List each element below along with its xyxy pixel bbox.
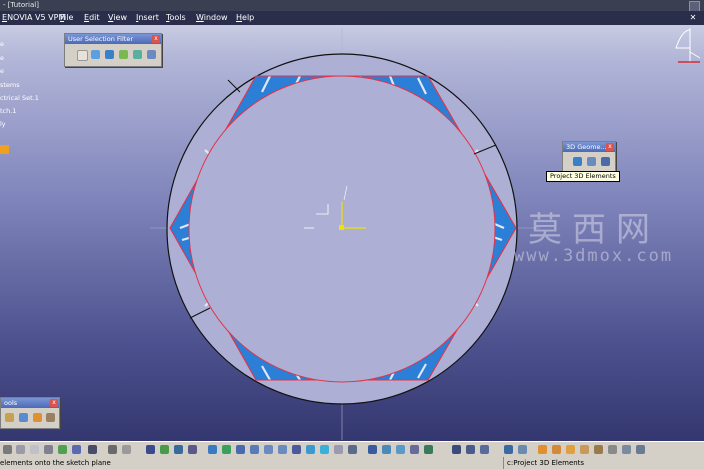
volume-filter-icon[interactable] — [119, 50, 128, 59]
axis-filter-icon[interactable] — [147, 50, 156, 59]
rotate-icon[interactable] — [250, 445, 259, 454]
toolbar-icon[interactable] — [16, 445, 25, 454]
close-icon[interactable]: x — [152, 35, 160, 43]
point-filter-icon[interactable] — [77, 50, 88, 61]
intersect-3d-elements-icon[interactable] — [587, 157, 596, 166]
project-3d-elements-icon[interactable] — [573, 157, 582, 166]
project-silhouette-icon[interactable] — [601, 157, 610, 166]
curve-filter-icon[interactable] — [91, 50, 100, 59]
formula-icon[interactable] — [108, 445, 117, 454]
3d-geometry-toolbar: 3D Geome... x — [562, 141, 616, 173]
menu-enovia[interactable]: ENOVIA V5 VPM — [2, 11, 65, 25]
tools-toolbar: ools x — [0, 397, 60, 429]
toolbar-icon[interactable] — [368, 445, 377, 454]
toolbar-icon[interactable] — [188, 445, 197, 454]
toolbar-icon[interactable] — [30, 445, 39, 454]
menu-window[interactable]: Window — [196, 11, 228, 25]
hide-show-icon[interactable] — [334, 445, 343, 454]
toolbar-icon[interactable] — [608, 445, 617, 454]
tree-item[interactable]: ly — [0, 120, 6, 128]
watermark-cn: 莫西网 — [528, 210, 660, 250]
toolbar-icon[interactable] — [146, 445, 155, 454]
menu-file[interactable]: File — [60, 11, 73, 25]
window-title: - [Tutorial] — [3, 1, 39, 9]
toolbar-icon[interactable] — [636, 445, 645, 454]
toolbar-icon[interactable] — [566, 445, 575, 454]
tool-icon[interactable] — [19, 413, 28, 422]
pan-icon[interactable] — [236, 445, 245, 454]
status-bar: elements onto the sketch plane c:Project… — [0, 457, 704, 469]
tree-item[interactable]: e — [0, 54, 4, 62]
toolbar-icon[interactable] — [410, 445, 419, 454]
toolbar-icon[interactable] — [594, 445, 603, 454]
toolbar-icon[interactable] — [552, 445, 561, 454]
redo-icon[interactable] — [72, 445, 81, 454]
watermark-url: www.3dmox.com — [514, 246, 674, 266]
menu-help[interactable]: Help — [236, 11, 254, 25]
toolbar-icon[interactable] — [504, 445, 513, 454]
toolbar-icon[interactable] — [3, 445, 12, 454]
toolbar-icon[interactable] — [382, 445, 391, 454]
view-icon[interactable] — [306, 445, 315, 454]
compass-icon[interactable] — [675, 28, 701, 63]
toolbar-title[interactable]: User Selection Filter — [65, 34, 161, 44]
menu-view[interactable]: View — [108, 11, 127, 25]
toolbar-icon[interactable] — [122, 445, 131, 454]
notch-line — [227, 79, 241, 93]
tool-icon[interactable] — [5, 413, 14, 422]
menu-insert[interactable]: Insert — [136, 11, 159, 25]
normal-view-icon[interactable] — [292, 445, 301, 454]
title-strip: - [Tutorial] — [0, 0, 704, 12]
close-icon[interactable]: x — [50, 399, 58, 407]
toolbar-icon[interactable] — [396, 445, 405, 454]
toolbar-icon[interactable] — [44, 445, 53, 454]
shading-icon[interactable] — [320, 445, 329, 454]
status-message: elements onto the sketch plane — [0, 459, 111, 467]
close-icon[interactable]: ✕ — [688, 13, 698, 23]
toolbar-icon[interactable] — [160, 445, 169, 454]
undo-icon[interactable] — [58, 445, 67, 454]
user-selection-filter-toolbar: User Selection Filter x — [64, 33, 162, 67]
tool-icon[interactable] — [33, 413, 42, 422]
toolbar-icon[interactable] — [518, 445, 527, 454]
toolbar-icon[interactable] — [480, 445, 489, 454]
zoom-out-icon[interactable] — [278, 445, 287, 454]
tree-item[interactable]: stems — [0, 81, 20, 89]
tool-icon[interactable] — [46, 413, 55, 422]
menu-edit[interactable]: Edit — [84, 11, 100, 25]
toolbar-icon[interactable] — [466, 445, 475, 454]
zoom-in-icon[interactable] — [264, 445, 273, 454]
bottom-toolbar — [0, 441, 704, 458]
menu-tools[interactable]: Tools — [166, 11, 186, 25]
tree-item[interactable]: e — [0, 40, 4, 48]
tree-item[interactable]: e — [0, 67, 4, 75]
feature-filter-icon[interactable] — [133, 50, 142, 59]
swap-icon[interactable] — [348, 445, 357, 454]
close-icon[interactable]: x — [606, 143, 614, 151]
toolbar-icon[interactable] — [622, 445, 631, 454]
toolbar-icon[interactable] — [538, 445, 547, 454]
fly-icon[interactable] — [208, 445, 217, 454]
command-input[interactable]: c:Project 3D Elements — [503, 457, 702, 469]
tree-item[interactable]: tch.1 — [0, 107, 16, 115]
toolbar-icon[interactable] — [174, 445, 183, 454]
grid-icon[interactable] — [452, 445, 461, 454]
toolbar-icon[interactable] — [580, 445, 589, 454]
surface-filter-icon[interactable] — [105, 50, 114, 59]
tooltip: Project 3D Elements — [546, 171, 620, 182]
toolbar-icon[interactable] — [424, 445, 433, 454]
tree-badge-icon[interactable] — [0, 145, 9, 154]
fit-all-icon[interactable] — [222, 445, 231, 454]
menu-bar: ENOVIA V5 VPM File Edit View Insert Tool… — [0, 11, 704, 25]
tree-item[interactable]: ctrical Set.1 — [0, 94, 39, 102]
toolbar-icon[interactable] — [88, 445, 97, 454]
